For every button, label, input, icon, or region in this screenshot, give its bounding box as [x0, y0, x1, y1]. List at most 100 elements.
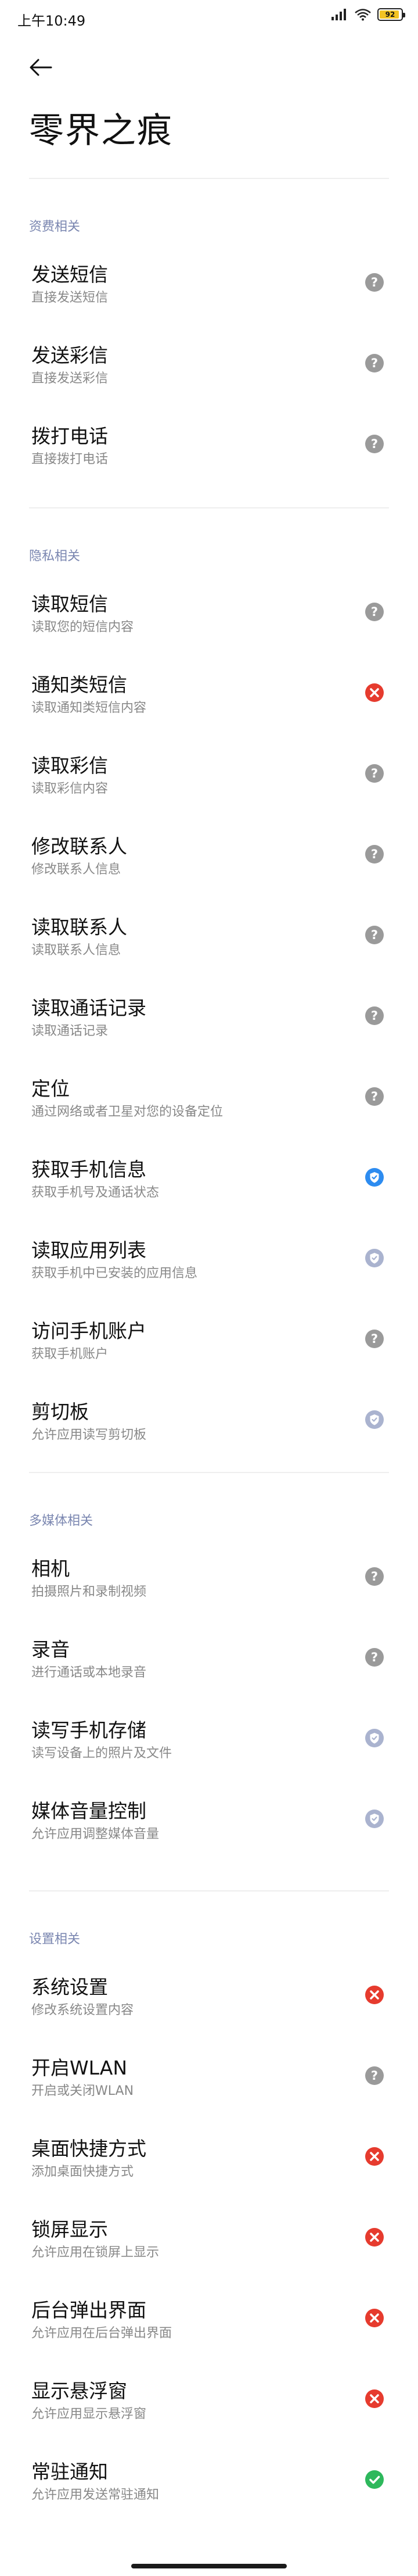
permission-item[interactable]: 发送短信 直接发送短信? [0, 248, 418, 317]
permission-subtitle: 拍摄照片和录制视频 [31, 1585, 147, 1599]
permission-item[interactable]: 读取彩信 读取彩信内容? [0, 739, 418, 808]
question-icon[interactable]: ? [365, 764, 384, 783]
permission-item[interactable]: 读写手机存储 读写设备上的照片及文件 [0, 1703, 418, 1773]
permission-item[interactable]: 定位 通过网络或者卫星对您的设备定位? [0, 1062, 418, 1131]
permission-subtitle: 修改系统设置内容 [31, 2003, 134, 2018]
back-button[interactable] [24, 51, 57, 84]
question-icon[interactable]: ? [365, 1087, 384, 1106]
question-icon[interactable]: ? [365, 602, 384, 622]
permission-subtitle: 通过网络或者卫星对您的设备定位 [31, 1105, 224, 1119]
permission-subtitle: 添加桌面快捷方式 [31, 2165, 134, 2179]
question-icon[interactable]: ? [365, 1329, 384, 1349]
shield-muted-icon[interactable] [365, 1410, 384, 1429]
permission-subtitle: 允许应用显示悬浮窗 [31, 2407, 147, 2421]
signal-icon [331, 8, 348, 21]
svg-text:?: ? [371, 1090, 378, 1104]
permission-item[interactable]: 修改联系人 修改联系人信息? [0, 819, 418, 889]
section-header: 多媒体相关 [29, 1514, 93, 1528]
deny-x-icon[interactable] [365, 1985, 384, 2005]
permission-title: 相机 [31, 1557, 70, 1580]
permission-title: 显示悬浮窗 [31, 2380, 127, 2402]
check-icon[interactable] [365, 2470, 384, 2489]
permission-subtitle: 进行通话或本地录音 [31, 1665, 147, 1680]
svg-text:?: ? [371, 605, 378, 619]
svg-text:?: ? [371, 928, 378, 942]
permission-item[interactable]: 系统设置修改系统设置内容 [0, 1960, 418, 2030]
question-icon[interactable]: ? [365, 353, 384, 373]
permission-item[interactable]: 开启WLAN 开启或关闭WLAN? [0, 2041, 418, 2111]
shield-muted-icon[interactable] [365, 1728, 384, 1748]
svg-text:?: ? [371, 437, 378, 451]
status-time: 上午10:49 [17, 13, 86, 29]
permission-item[interactable]: 读取联系人读取联系人信息? [0, 900, 418, 970]
deny-x-icon[interactable] [365, 2227, 384, 2247]
permission-item[interactable]: 后台弹出界面允许应用在后台弹出界面 [0, 2283, 418, 2353]
svg-text:?: ? [371, 1009, 378, 1023]
permission-item[interactable]: 媒体音量控制 允许应用调整媒体音量 [0, 1784, 418, 1854]
permission-title: 读取通话记录 [31, 997, 146, 1019]
permission-subtitle: 读取通话记录 [31, 1024, 109, 1038]
permission-item[interactable]: 通知类短信 读取通知类短信内容 [0, 658, 418, 728]
battery-icon: 92 [377, 8, 405, 21]
permission-title: 剪切板 [31, 1400, 89, 1423]
permission-subtitle: 获取手机账户 [31, 1347, 109, 1362]
permission-item[interactable]: 读取应用列表 获取手机中已安装的应用信息 [0, 1223, 418, 1293]
question-icon[interactable]: ? [365, 2066, 384, 2086]
svg-text:?: ? [371, 1570, 378, 1583]
permission-subtitle: 直接发送彩信 [31, 371, 109, 386]
battery-level: 92 [385, 10, 395, 19]
permission-item[interactable]: 访问手机账户获取手机账户? [0, 1304, 418, 1374]
home-indicator[interactable] [131, 2564, 287, 2568]
permission-subtitle: 允许应用调整媒体音量 [31, 1827, 160, 1841]
permission-item[interactable]: 发送彩信直接发送彩信? [0, 328, 418, 398]
deny-x-icon[interactable] [365, 2389, 384, 2409]
permission-title: 发送彩信 [31, 344, 108, 367]
permission-subtitle: 开启或关闭WLAN [31, 2084, 134, 2098]
permission-item[interactable]: 显示悬浮窗允许应用显示悬浮窗 [0, 2364, 418, 2434]
shield-icon[interactable] [365, 1167, 384, 1187]
permission-item[interactable]: 相机拍摄照片和录制视频? [0, 1542, 418, 1611]
question-icon[interactable]: ? [365, 1006, 384, 1026]
deny-x-icon[interactable] [365, 2147, 384, 2166]
permission-title: 读取联系人 [31, 916, 127, 938]
permission-title: 读取短信 [31, 593, 108, 615]
permission-title: 读写手机存储 [31, 1719, 146, 1742]
permission-title: 拨打电话 [31, 425, 108, 447]
shield-muted-icon[interactable] [365, 1248, 384, 1268]
arrow-left-icon [30, 59, 52, 76]
section-divider [29, 178, 389, 179]
permission-subtitle: 允许应用在后台弹出界面 [31, 2326, 172, 2341]
permission-subtitle: 读取联系人信息 [31, 943, 121, 958]
permission-item[interactable]: 录音进行通话或本地录音? [0, 1622, 418, 1692]
permission-item[interactable]: 拨打电话直接拨打电话? [0, 409, 418, 479]
permission-title: 访问手机账户 [31, 1320, 146, 1342]
permission-title: 系统设置 [31, 1976, 108, 1998]
question-icon[interactable]: ? [365, 1567, 384, 1586]
question-icon[interactable]: ? [365, 844, 384, 864]
permission-title: 录音 [31, 1638, 70, 1661]
permission-title: 后台弹出界面 [31, 2299, 146, 2321]
question-icon[interactable]: ? [365, 1647, 384, 1667]
permission-item[interactable]: 获取手机信息 获取手机号及通话状态 [0, 1142, 418, 1212]
permission-title: 获取手机信息 [31, 1158, 146, 1181]
question-icon[interactable]: ? [365, 925, 384, 945]
permission-item[interactable]: 读取通话记录 读取通话记录? [0, 981, 418, 1051]
status-icons: 92 [331, 8, 405, 21]
deny-x-icon[interactable] [365, 683, 384, 703]
shield-muted-icon[interactable] [365, 1809, 384, 1829]
permission-item[interactable]: 锁屏显示允许应用在锁屏上显示 [0, 2202, 418, 2272]
permission-subtitle: 直接拨打电话 [31, 452, 109, 467]
permission-subtitle: 允许应用在锁屏上显示 [31, 2245, 160, 2260]
section-divider [29, 507, 389, 508]
permission-item[interactable]: 常驻通知 允许应用发送常驻通知 [0, 2445, 418, 2514]
deny-x-icon[interactable] [365, 2308, 384, 2328]
svg-text:?: ? [371, 2069, 378, 2083]
question-icon[interactable]: ? [365, 434, 384, 454]
permission-item[interactable]: 剪切板 允许应用读写剪切板 [0, 1385, 418, 1454]
question-icon[interactable]: ? [365, 273, 384, 292]
permission-title: 锁屏显示 [31, 2218, 108, 2241]
page-title: 零界之痕 [29, 110, 173, 151]
permission-subtitle: 允许应用发送常驻通知 [31, 2488, 160, 2502]
permission-item[interactable]: 读取短信 读取您的短信内容? [0, 577, 418, 647]
permission-item[interactable]: 桌面快捷方式 添加桌面快捷方式 [0, 2122, 418, 2191]
